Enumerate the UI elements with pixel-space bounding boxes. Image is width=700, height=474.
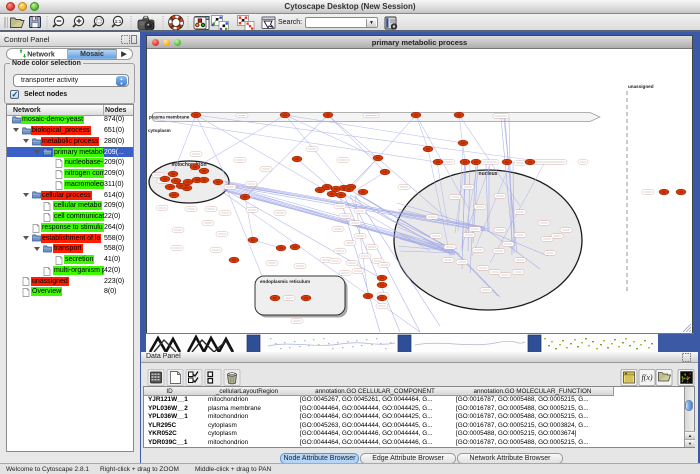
svg-text:endoplasmic reticulum: endoplasmic reticulum bbox=[260, 279, 310, 284]
svg-text:nucleus: nucleus bbox=[479, 171, 498, 177]
svg-text:f(x): f(x) bbox=[641, 373, 652, 382]
svg-text:unassigned: unassigned bbox=[628, 84, 654, 89]
svg-text:plasma membrane: plasma membrane bbox=[149, 114, 190, 119]
svg-text:cytoplasm: cytoplasm bbox=[148, 128, 171, 133]
svg-text:1:1: 1:1 bbox=[115, 19, 122, 24]
